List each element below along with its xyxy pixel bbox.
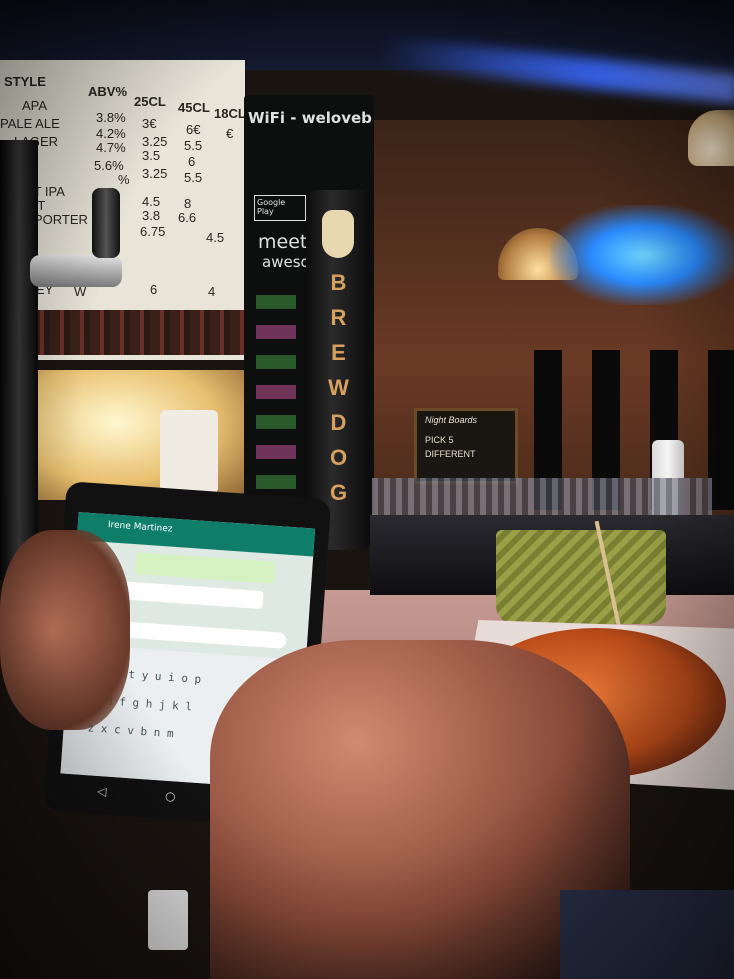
menu-header-25cl: 25CL bbox=[134, 94, 166, 109]
menu-style: PALE ALE bbox=[0, 116, 60, 131]
game-sign-line2: DIFFERENT bbox=[425, 449, 476, 459]
menu-abv: 3.8 bbox=[142, 208, 161, 223]
menu-45: 5.5 bbox=[184, 138, 203, 153]
menu-abv: 5.6% bbox=[94, 158, 124, 173]
menu-25: 3.25 bbox=[142, 134, 168, 149]
menu-18: 4.5 bbox=[206, 230, 225, 245]
menu-25: 3.25 bbox=[142, 166, 168, 181]
left-hand bbox=[0, 530, 130, 730]
wifi-text: WiFi - weloveb bbox=[248, 109, 372, 127]
bottle-shelf bbox=[30, 310, 245, 355]
chalk-doodles bbox=[256, 295, 296, 495]
menu-header-18cl: 18CL bbox=[214, 106, 246, 121]
awesome-text: aweso bbox=[262, 253, 310, 271]
sleeve bbox=[560, 890, 734, 979]
menu-style: PORTER bbox=[34, 212, 88, 227]
menu-abv: 4.2% bbox=[96, 126, 126, 141]
ceiling-lamp-right bbox=[688, 110, 734, 166]
game-sign-line1: PICK 5 bbox=[425, 435, 454, 445]
menu-abv: 3.8% bbox=[96, 110, 126, 125]
menu-abv: 4.5 bbox=[142, 194, 161, 209]
brewdog-label: BREWDOG bbox=[326, 270, 351, 515]
menu-abv: % bbox=[118, 172, 130, 187]
menu-45: 4 bbox=[208, 284, 216, 299]
menu-header-abv: ABV% bbox=[88, 84, 128, 99]
brewdog-letters: BREWDOG bbox=[306, 270, 370, 515]
neon-sign bbox=[550, 205, 734, 305]
menu-header-45cl: 45CL bbox=[178, 100, 210, 115]
game-sign-title: Night Boards bbox=[425, 415, 478, 425]
tap-handle-black bbox=[92, 188, 120, 258]
menu-18: € bbox=[226, 126, 234, 141]
dog-logo-icon bbox=[322, 210, 354, 258]
meet-text: meet bbox=[258, 231, 308, 253]
menu-25: 8 bbox=[184, 196, 192, 211]
menu-25: 6.6 bbox=[178, 210, 197, 225]
menu-25: 3.5 bbox=[142, 148, 161, 163]
brewdog-tap-handle: BREWDOG bbox=[306, 190, 370, 550]
tap-faucet bbox=[30, 255, 122, 287]
menu-25: 6.75 bbox=[140, 224, 166, 239]
menu-abv: 4.7% bbox=[96, 140, 126, 155]
menu-header-style: STYLE bbox=[4, 74, 46, 89]
charging-cable bbox=[148, 890, 188, 950]
game-sign: Night Boards PICK 5 DIFFERENT bbox=[414, 408, 518, 484]
menu-45: 6€ bbox=[186, 122, 201, 137]
menu-25: 6 bbox=[150, 282, 158, 297]
menu-style: APA bbox=[22, 98, 48, 113]
google-play-badge: Google Play bbox=[254, 195, 306, 221]
menu-25: 3€ bbox=[142, 116, 157, 131]
menu-45: 5.5 bbox=[184, 170, 203, 185]
menu-45: 6 bbox=[188, 154, 196, 169]
hands bbox=[0, 510, 734, 979]
sticker bbox=[160, 410, 218, 494]
